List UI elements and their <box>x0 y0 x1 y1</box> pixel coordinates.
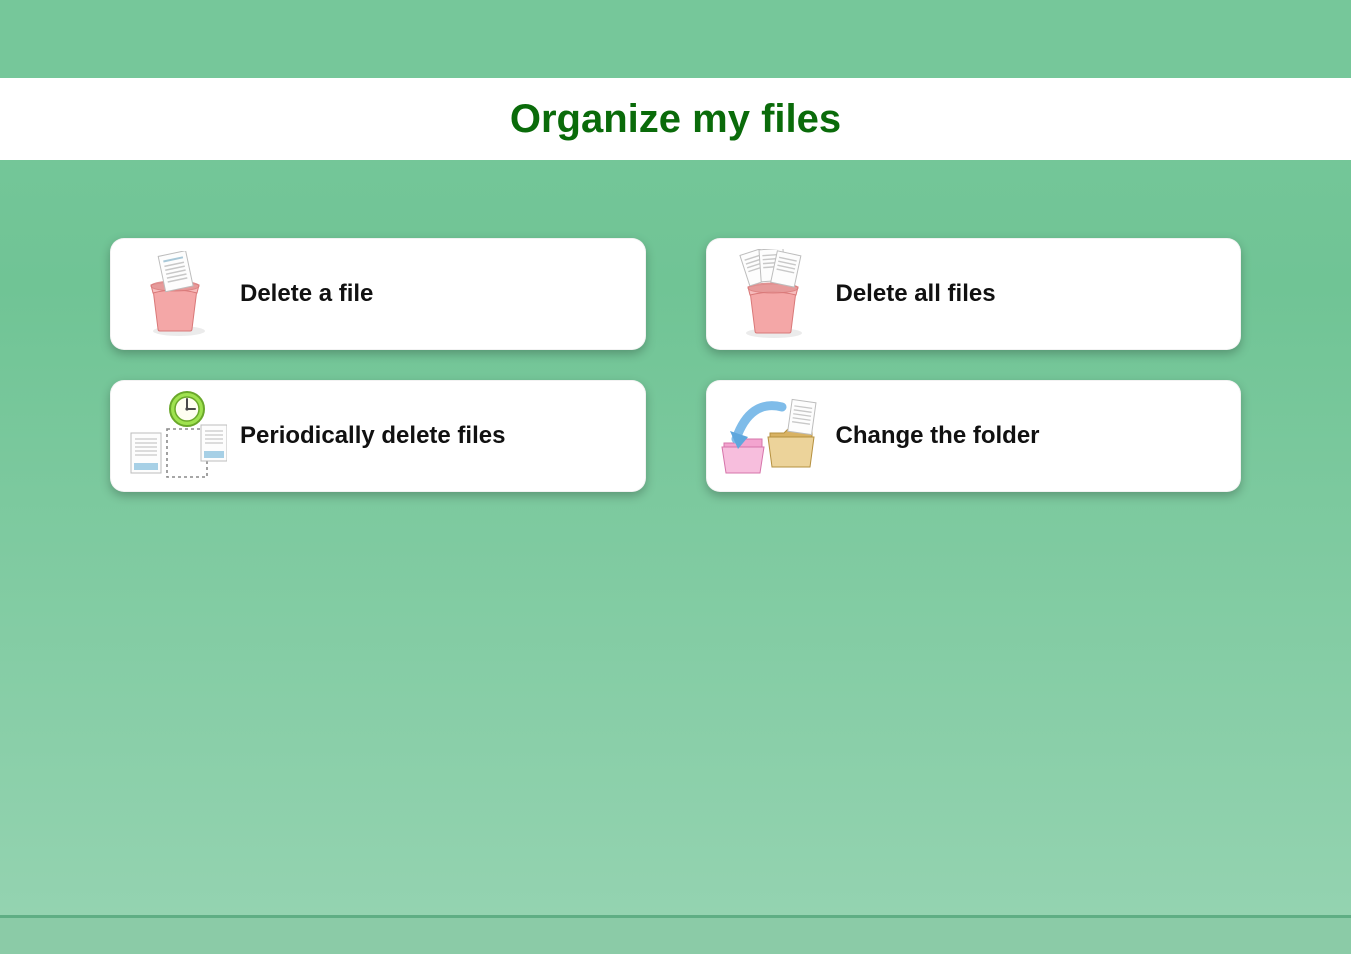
trash-file-icon <box>120 238 230 350</box>
page-title: Organize my files <box>510 97 841 142</box>
delete-all-card[interactable]: Delete all files <box>706 238 1242 350</box>
change-folder-label: Change the folder <box>826 422 1040 450</box>
delete-file-card[interactable]: Delete a file <box>110 238 646 350</box>
periodic-delete-card[interactable]: Periodically delete files <box>110 380 646 492</box>
top-spacer <box>0 0 1351 78</box>
change-folder-card[interactable]: Change the folder <box>706 380 1242 492</box>
clock-files-icon <box>120 380 230 492</box>
trash-files-icon <box>716 238 826 350</box>
delete-file-label: Delete a file <box>230 280 373 308</box>
delete-all-label: Delete all files <box>826 280 996 308</box>
card-grid: Delete a file <box>0 160 1351 492</box>
move-folder-icon <box>716 380 826 492</box>
periodic-delete-label: Periodically delete files <box>230 422 505 450</box>
footer-bar <box>0 918 1351 954</box>
title-bar: Organize my files <box>0 78 1351 160</box>
